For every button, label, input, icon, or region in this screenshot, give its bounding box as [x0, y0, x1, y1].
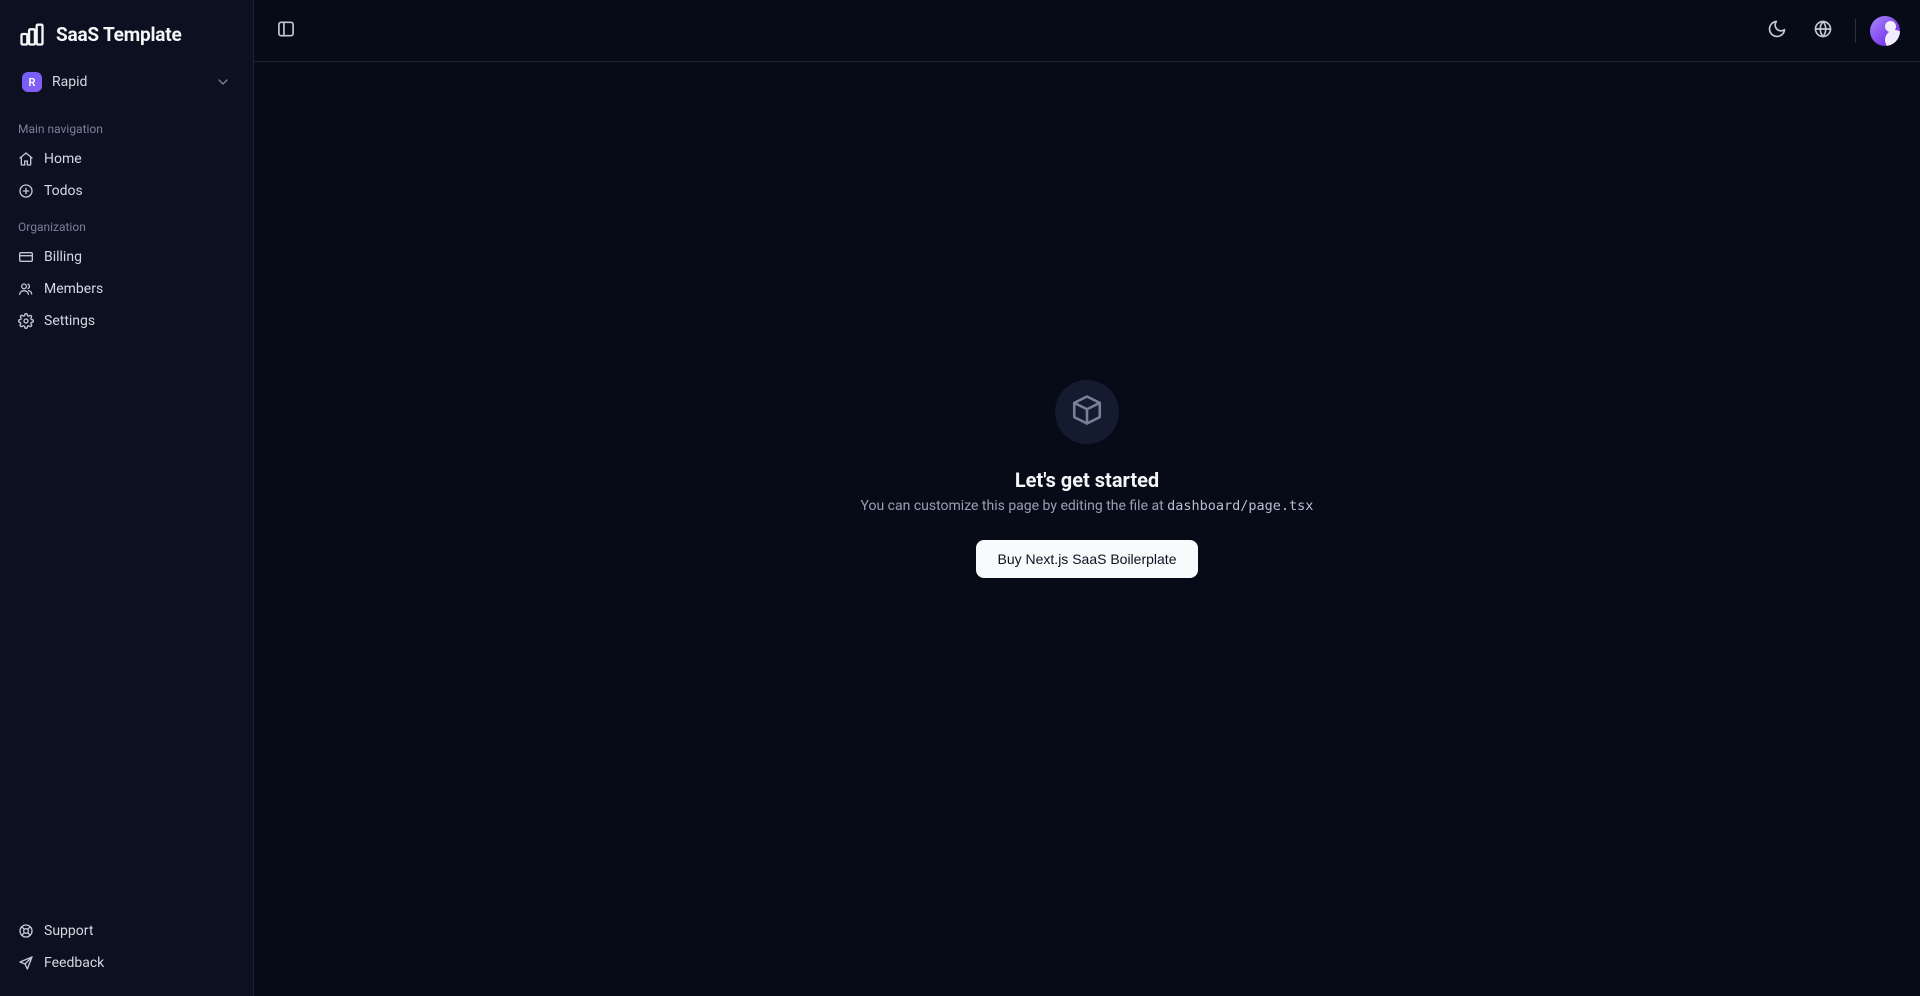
send-icon	[18, 955, 34, 971]
brand-name: SaaS Template	[56, 23, 182, 46]
main-area: Let's get started You can customize this…	[254, 0, 1920, 996]
sidebar-item-settings[interactable]: Settings	[10, 306, 243, 336]
sidebar-item-label: Members	[44, 281, 103, 297]
sidebar-item-support[interactable]: Support	[10, 916, 243, 946]
sidebar-item-home[interactable]: Home	[10, 144, 243, 174]
credit-card-icon	[18, 249, 34, 265]
sidebar-item-billing[interactable]: Billing	[10, 242, 243, 272]
sidebar-item-label: Feedback	[44, 955, 104, 971]
divider	[1855, 19, 1856, 43]
sidebar-item-label: Home	[44, 151, 82, 167]
org-name: Rapid	[52, 74, 205, 90]
empty-state-icon-wrap	[1055, 380, 1119, 444]
panel-left-icon	[276, 19, 296, 43]
sidebar-item-label: Support	[44, 923, 93, 939]
bar-chart-icon	[18, 20, 46, 48]
sidebar-item-todos[interactable]: Todos	[10, 176, 243, 206]
org-avatar: R	[22, 72, 42, 92]
nav-main: Home Todos	[0, 144, 253, 206]
content: Let's get started You can customize this…	[254, 62, 1920, 996]
section-label-main: Main navigation	[0, 108, 253, 144]
globe-icon	[1813, 19, 1833, 43]
empty-subtitle-code: dashboard/page.tsx	[1167, 498, 1313, 514]
toggle-sidebar-button[interactable]	[268, 13, 304, 49]
users-icon	[18, 281, 34, 297]
sidebar-item-feedback[interactable]: Feedback	[10, 948, 243, 978]
empty-state-subtitle: You can customize this page by editing t…	[861, 498, 1314, 514]
empty-subtitle-prefix: You can customize this page by editing t…	[861, 498, 1168, 514]
life-buoy-icon	[18, 923, 34, 939]
language-button[interactable]	[1805, 13, 1841, 49]
theme-toggle-button[interactable]	[1759, 13, 1795, 49]
sidebar-item-label: Settings	[44, 313, 95, 329]
sidebar-item-label: Billing	[44, 249, 82, 265]
sidebar: SaaS Template R Rapid Main navigation Ho…	[0, 0, 254, 996]
package-icon	[1070, 393, 1104, 431]
section-label-org: Organization	[0, 206, 253, 242]
empty-state-title: Let's get started	[1015, 468, 1159, 492]
sidebar-item-label: Todos	[44, 183, 83, 199]
buy-boilerplate-button[interactable]: Buy Next.js SaaS Boilerplate	[976, 540, 1199, 578]
moon-icon	[1767, 19, 1787, 43]
home-icon	[18, 151, 34, 167]
org-avatar-initial: R	[29, 76, 36, 89]
brand-logo[interactable]: SaaS Template	[0, 14, 253, 62]
sidebar-item-members[interactable]: Members	[10, 274, 243, 304]
user-menu-button[interactable]	[1870, 16, 1900, 46]
nav-org: Billing Members Settings	[0, 242, 253, 336]
chevron-down-icon	[215, 74, 231, 90]
topbar	[254, 0, 1920, 62]
plus-circle-icon	[18, 183, 34, 199]
org-selector[interactable]: R Rapid	[14, 66, 239, 98]
nav-bottom: Support Feedback	[0, 916, 253, 982]
gear-icon	[18, 313, 34, 329]
